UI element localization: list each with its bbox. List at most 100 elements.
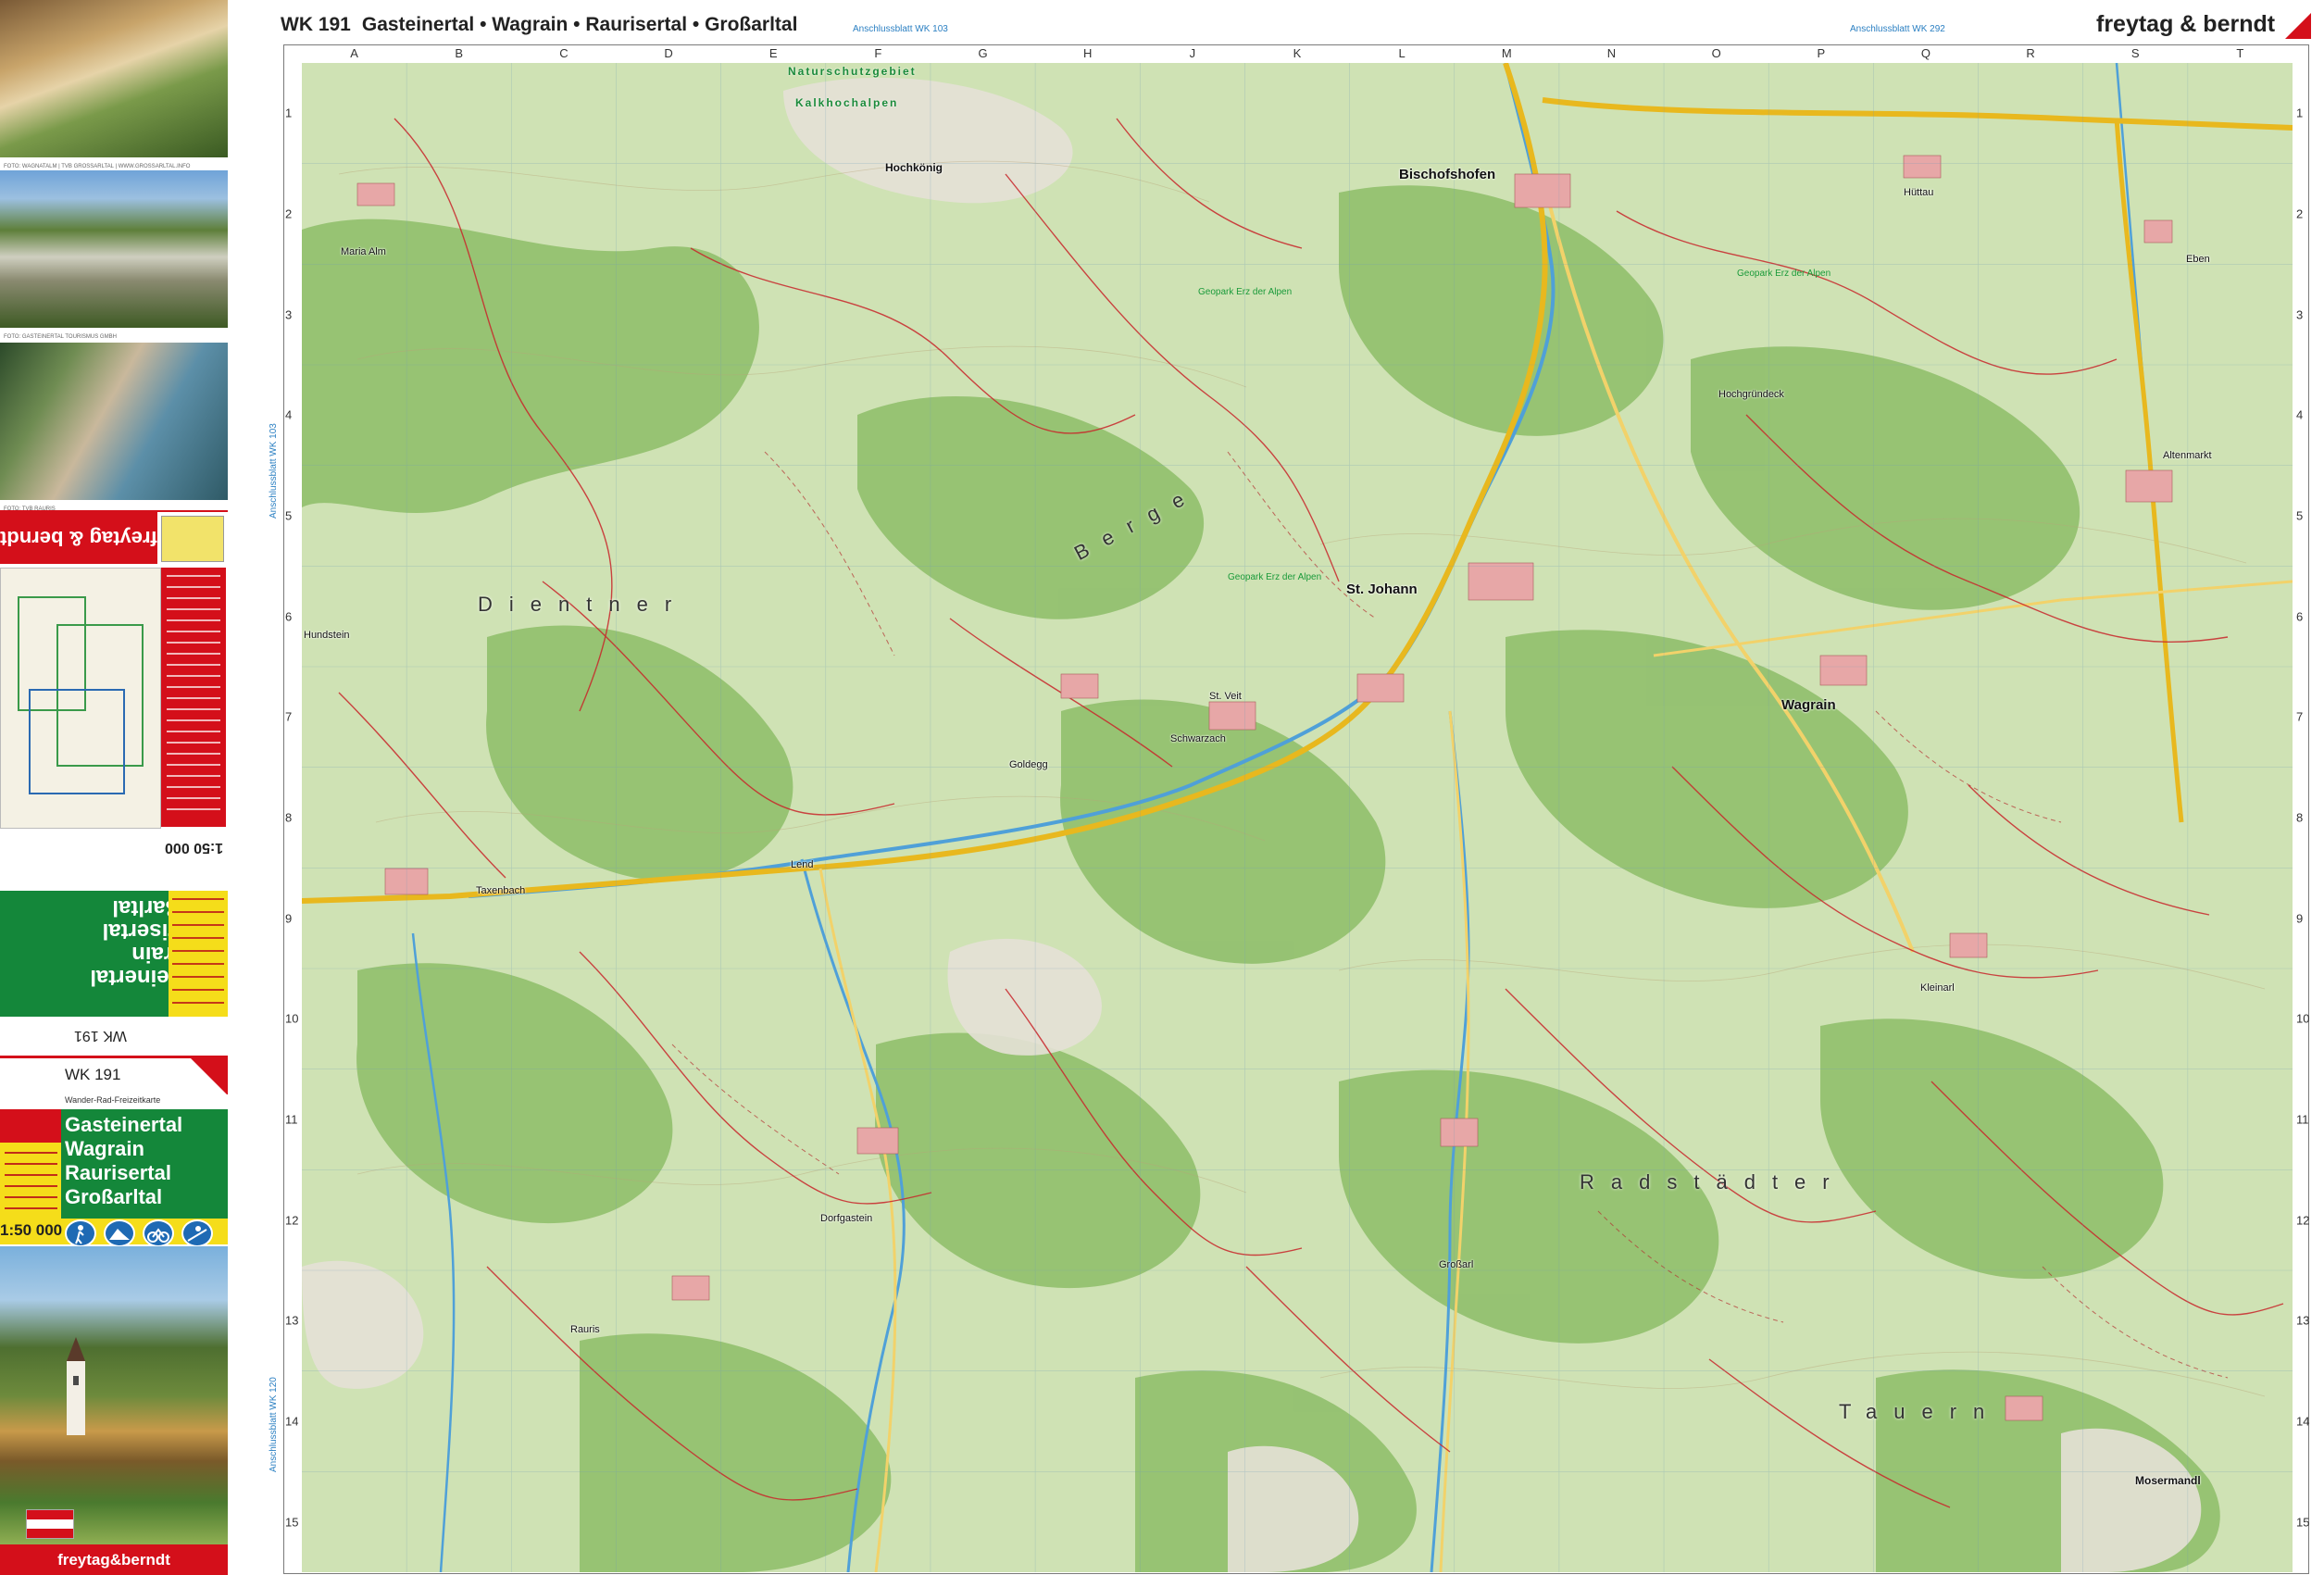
cover-photo-gold-panning: FOTO: TVB RAURIS [0, 343, 228, 512]
place-goldegg: Goldegg [1009, 759, 1048, 770]
grid-column-h: H [1082, 46, 1093, 60]
back-scale-label: 1:50 000 [165, 840, 224, 856]
cover-photo-food: FOTO: WAGNATALM | TVB GROSSARLTAL | WWW.… [0, 0, 228, 169]
grid-row-1: 1 [285, 106, 293, 120]
grid-row-12-right: 12 [2296, 1213, 2310, 1228]
grid-column-l: L [1398, 46, 1406, 60]
grid-column-p: P [1817, 46, 1826, 60]
front-wk-band: WK 191 [0, 1056, 228, 1097]
grid-column-e: E [768, 46, 778, 60]
map-cover-strip: FOTO: WAGNATALM | TVB GROSSARLTAL | WWW.… [0, 0, 241, 1575]
place-hundstein: Hundstein [304, 630, 350, 641]
back-cover-panel: freytag & berndt 1:50 000 [0, 510, 228, 873]
back-brand-bar: freytag & berndt [0, 512, 157, 564]
brand-triangle-icon [191, 1058, 228, 1095]
grid-row-5-right: 5 [2296, 508, 2304, 523]
place-huettau: Hüttau [1904, 187, 1934, 198]
region-tauern: Tauern [1839, 1400, 2002, 1423]
grid-row-9: 9 [285, 911, 293, 926]
grid-row-15: 15 [285, 1515, 299, 1530]
grid-row-3: 3 [285, 307, 293, 322]
back-wk-label: WK 191 [74, 1028, 127, 1044]
back-brand-label: freytag & berndt [0, 527, 157, 550]
sheet-title: WK 191 Gasteinertal • Wagrain • Raurisert… [281, 14, 797, 36]
geopark-label: Geopark Erz der Alpen [1228, 572, 1322, 582]
grid-row-10-right: 10 [2296, 1011, 2310, 1026]
grid-row-1-right: 1 [2296, 106, 2304, 120]
grid-column-j: J [1189, 46, 1196, 60]
sheet-wk-number: WK 191 [281, 14, 351, 35]
mountain-bike-icon [104, 1219, 135, 1247]
grid-row-4: 4 [285, 407, 293, 422]
front-wk-label: WK 191 [65, 1066, 121, 1083]
grid-column-o: O [1711, 46, 1721, 60]
hiking-icon [65, 1219, 96, 1247]
place-altenmarkt: Altenmarkt [2163, 450, 2212, 461]
grid-row-2-right: 2 [2296, 206, 2304, 221]
peak-mosermandl: Mosermandl [2135, 1474, 2201, 1487]
cover-photo-valley: FOTO: GASTEINERTAL TOURISMUS GMBH [0, 170, 228, 340]
grid-row-3-right: 3 [2296, 307, 2304, 322]
place-bischofshofen: Bischofshofen [1399, 167, 1496, 182]
grid-column-b: B [455, 46, 464, 60]
grid-row-14: 14 [285, 1414, 299, 1429]
austria-logo [26, 1509, 74, 1539]
grid-column-n: N [1606, 46, 1617, 60]
place-eben: Eben [2186, 254, 2210, 265]
grid-row-11: 11 [285, 1112, 298, 1127]
nature-reserve-name: Kalkhochalpen [795, 96, 899, 109]
back-feature-list [169, 891, 228, 1017]
map-base-layer [302, 63, 2293, 1572]
grid-row-6-right: 6 [2296, 609, 2304, 624]
cycling-icon [143, 1219, 174, 1247]
brand-triangle-icon [2285, 13, 2311, 39]
photo-credit: FOTO: GASTEINERTAL TOURISMUS GMBH [4, 334, 117, 340]
sheet-overview-map [0, 568, 161, 829]
grid-column-q: Q [1920, 46, 1930, 60]
publisher-brand: freytag & berndt [2096, 11, 2276, 37]
grid-row-5: 5 [285, 508, 293, 523]
grid-row-2: 2 [285, 206, 293, 221]
adjacent-sheet-north-left: Anschlussblatt WK 103 [853, 24, 948, 34]
grid-row-15-right: 15 [2296, 1515, 2310, 1530]
front-brand-bar: freytag&berndt [0, 1544, 228, 1575]
place-maria-alm: Maria Alm [341, 246, 386, 257]
grid-column-a: A [350, 46, 358, 60]
grid-column-r: R [2026, 46, 2035, 60]
place-schwarzach: Schwarzach [1170, 733, 1226, 744]
sheet-index-list [161, 568, 226, 827]
back-scale: 1:50 000 [161, 829, 228, 866]
grid-column-k: K [1293, 46, 1302, 60]
grid-column-c: C [559, 46, 569, 60]
place-grossarl: Großarl [1439, 1259, 1474, 1270]
church-icon [67, 1337, 85, 1435]
grid-row-11-right: 11 [2296, 1112, 2309, 1127]
place-st-johann: St. Johann [1346, 581, 1418, 597]
geopark-label: Geopark Erz der Alpen [1737, 269, 1831, 279]
grid-row-7-right: 7 [2296, 709, 2304, 724]
grid-row-14-right: 14 [2296, 1414, 2310, 1429]
topographic-map[interactable]: Bischofshofen St. Johann Wagrain Schwarz… [302, 63, 2293, 1572]
grid-column-m: M [1501, 46, 1512, 60]
region-dientner: Dientner [478, 593, 689, 616]
grid-row-9-right: 9 [2296, 911, 2304, 926]
front-brand-label: freytag&berndt [57, 1550, 170, 1569]
place-st-veit: St. Veit [1209, 691, 1242, 702]
front-cover-photo [0, 1246, 228, 1544]
place-lend: Lend [791, 859, 814, 870]
back-wk-band: WK 191 [0, 1017, 228, 1054]
front-subtitle-band: Wander-Rad-Freizeitkarte [0, 1094, 228, 1109]
grid-row-4-right: 4 [2296, 407, 2304, 422]
front-feature-list [0, 1109, 61, 1219]
region-radstaedter: Radstädter [1580, 1170, 1846, 1194]
place-dorfgastein: Dorfgastein [820, 1213, 873, 1224]
overview-sheet-outline [29, 689, 125, 794]
place-taxenbach: Taxenbach [476, 885, 526, 896]
peak-hochgruendeck: Hochgründeck [1718, 389, 1784, 400]
adjacent-sheet-west-upper: Anschlussblatt WK 103 [269, 423, 279, 519]
grid-row-13: 13 [285, 1313, 299, 1328]
grid-row-7: 7 [285, 709, 293, 724]
grid-column-f: F [874, 46, 882, 60]
ski-touring-icon [181, 1219, 213, 1247]
place-kleinarl: Kleinarl [1920, 982, 1955, 994]
